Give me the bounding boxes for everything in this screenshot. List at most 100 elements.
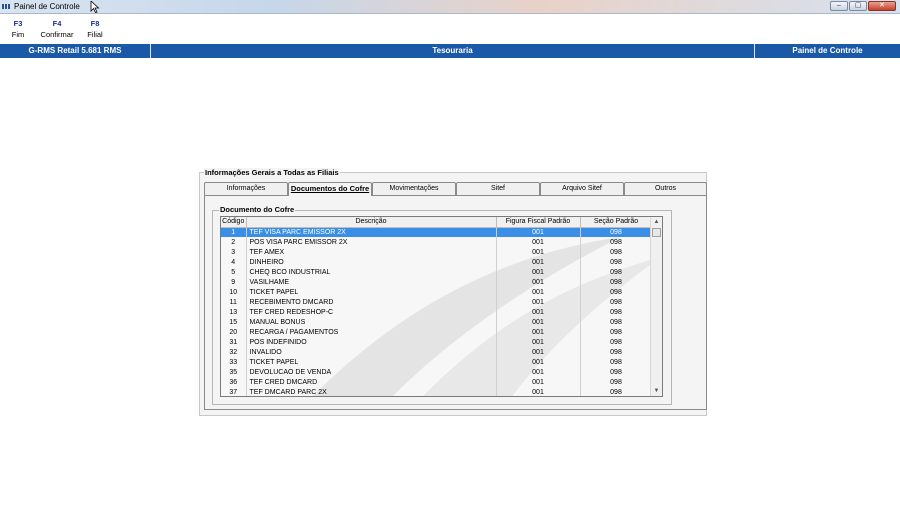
cell-secao: 098	[580, 307, 653, 317]
tab-arquivo-sitef[interactable]: Arquivo Sitef	[540, 182, 624, 195]
cell-descricao: RECEBIMENTO DMCARD	[246, 297, 497, 307]
general-info-group-title: Informações Gerais a Todas as Filiais	[204, 168, 340, 177]
cell-codigo: 13	[221, 307, 247, 317]
cell-secao: 098	[580, 287, 653, 297]
cell-descricao: TEF CRED REDESHOP-C	[246, 307, 497, 317]
documento-cofre-group-title: Documento do Cofre	[219, 205, 296, 214]
cell-secao: 098	[580, 357, 653, 367]
cell-figura-fiscal: 001	[496, 267, 581, 277]
cell-codigo: 15	[221, 317, 247, 327]
cell-figura-fiscal: 001	[496, 327, 581, 337]
fkey-fim-button[interactable]: F3 Fim	[10, 19, 26, 39]
tab-informacoes[interactable]: Informações	[204, 182, 288, 195]
tab-strip: Informações Documentos do Cofre Moviment…	[204, 182, 707, 196]
table-row[interactable]: 4 DINHEIRO 001 098	[221, 257, 653, 267]
module-header: G-RMS Retail 5.681 RMS Tesouraria Painel…	[0, 44, 900, 58]
tab-label: Documentos do Cofre	[290, 184, 370, 193]
table-row[interactable]: 5 CHEQ BCO INDUSTRIAL 001 098	[221, 267, 653, 277]
cell-codigo: 36	[221, 377, 247, 387]
mouse-cursor-icon	[90, 1, 100, 13]
table-row[interactable]: 32 INVALIDO 001 098	[221, 347, 653, 357]
tab-outros[interactable]: Outros	[624, 182, 707, 195]
cell-figura-fiscal: 001	[496, 257, 581, 267]
cell-secao: 098	[580, 227, 653, 237]
cell-figura-fiscal: 001	[496, 347, 581, 357]
documents-table: Código Descrição Figura Fiscal Padrão Se…	[221, 217, 653, 396]
scroll-thumb[interactable]	[652, 228, 661, 237]
cell-codigo: 2	[221, 237, 247, 247]
cell-codigo: 10	[221, 287, 247, 297]
cell-codigo: 32	[221, 347, 247, 357]
cell-figura-fiscal: 001	[496, 337, 581, 347]
cell-figura-fiscal: 001	[496, 247, 581, 257]
close-button[interactable]: ✕	[868, 1, 896, 11]
table-row[interactable]: 37 TEF DMCARD PARC 2X 001 098	[221, 387, 653, 396]
cell-descricao: MANUAL BONUS	[246, 317, 497, 327]
fkey-key: F3	[13, 19, 23, 28]
table-row[interactable]: 13 TEF CRED REDESHOP-C 001 098	[221, 307, 653, 317]
tab-label: Outros	[654, 185, 676, 192]
module-title: Tesouraria	[432, 46, 473, 55]
cell-secao: 098	[580, 277, 653, 287]
column-header-figura-fiscal[interactable]: Figura Fiscal Padrão	[496, 217, 581, 228]
table-row[interactable]: 20 RECARGA / PAGAMENTOS 001 098	[221, 327, 653, 337]
table-row[interactable]: 33 TICKET PAPEL 001 098	[221, 357, 653, 367]
cell-secao: 098	[580, 257, 653, 267]
tab-sitef[interactable]: Sitef	[456, 182, 540, 195]
table-row[interactable]: 36 TEF CRED DMCARD 001 098	[221, 377, 653, 387]
cell-secao: 098	[580, 337, 653, 347]
cell-secao: 098	[580, 387, 653, 396]
cell-descricao: DEVOLUCAO DE VENDA	[246, 367, 497, 377]
cell-figura-fiscal: 001	[496, 357, 581, 367]
app-icon	[2, 4, 11, 9]
cell-codigo: 1	[221, 227, 247, 237]
cell-secao: 098	[580, 367, 653, 377]
product-version: G-RMS Retail 5.681 RMS	[0, 44, 151, 58]
vertical-scrollbar[interactable]: ▲ ▼	[650, 217, 662, 396]
cell-descricao: CHEQ BCO INDUSTRIAL	[246, 267, 497, 277]
maximize-button[interactable]: ▢	[849, 1, 867, 11]
tab-documentos-do-cofre[interactable]: Documentos do Cofre	[288, 182, 372, 196]
tab-movimentacoes[interactable]: Movimentações	[372, 182, 456, 195]
column-header-codigo[interactable]: Código	[221, 217, 247, 228]
cell-figura-fiscal: 001	[496, 367, 581, 377]
fkey-confirmar-button[interactable]: F4 Confirmar	[38, 19, 76, 39]
table-row[interactable]: 11 RECEBIMENTO DMCARD 001 098	[221, 297, 653, 307]
cell-figura-fiscal: 001	[496, 377, 581, 387]
documents-grid[interactable]: Código Descrição Figura Fiscal Padrão Se…	[220, 216, 663, 397]
cell-figura-fiscal: 001	[496, 287, 581, 297]
table-row[interactable]: 1 TEF VISA PARC EMISSOR 2X 001 098	[221, 227, 653, 237]
minimize-button[interactable]: –	[830, 1, 848, 11]
cell-codigo: 4	[221, 257, 247, 267]
fkey-filial-button[interactable]: F8 Filial	[85, 19, 105, 39]
cell-descricao: TEF AMEX	[246, 247, 497, 257]
cell-secao: 098	[580, 237, 653, 247]
table-row[interactable]: 2 POS VISA PARC EMISSOR 2X 001 098	[221, 237, 653, 247]
table-row[interactable]: 3 TEF AMEX 001 098	[221, 247, 653, 257]
tab-label: Arquivo Sitef	[562, 185, 602, 192]
table-row[interactable]: 10 TICKET PAPEL 001 098	[221, 287, 653, 297]
tab-label: Informações	[226, 185, 266, 192]
tab-label: Movimentações	[389, 185, 439, 192]
scroll-down-icon[interactable]: ▼	[651, 386, 662, 396]
column-header-secao[interactable]: Seção Padrão	[580, 217, 653, 228]
table-row[interactable]: 35 DEVOLUCAO DE VENDA 001 098	[221, 367, 653, 377]
cell-codigo: 11	[221, 297, 247, 307]
cell-figura-fiscal: 001	[496, 297, 581, 307]
cell-descricao: VASILHAME	[246, 277, 497, 287]
cell-codigo: 3	[221, 247, 247, 257]
cell-codigo: 20	[221, 327, 247, 337]
cell-figura-fiscal: 001	[496, 387, 581, 396]
table-row[interactable]: 9 VASILHAME 001 098	[221, 277, 653, 287]
cell-secao: 098	[580, 347, 653, 357]
screen-title: Painel de Controle	[754, 44, 900, 58]
cell-descricao: TEF CRED DMCARD	[246, 377, 497, 387]
cell-descricao: POS VISA PARC EMISSOR 2X	[246, 237, 497, 247]
table-row[interactable]: 31 POS INDEFINIDO 001 098	[221, 337, 653, 347]
scroll-up-icon[interactable]: ▲	[651, 217, 662, 227]
column-header-descricao[interactable]: Descrição	[246, 217, 497, 228]
cell-descricao: TICKET PAPEL	[246, 357, 497, 367]
table-row[interactable]: 15 MANUAL BONUS 001 098	[221, 317, 653, 327]
grid-header-row: Código Descrição Figura Fiscal Padrão Se…	[221, 217, 653, 228]
cell-codigo: 31	[221, 337, 247, 347]
